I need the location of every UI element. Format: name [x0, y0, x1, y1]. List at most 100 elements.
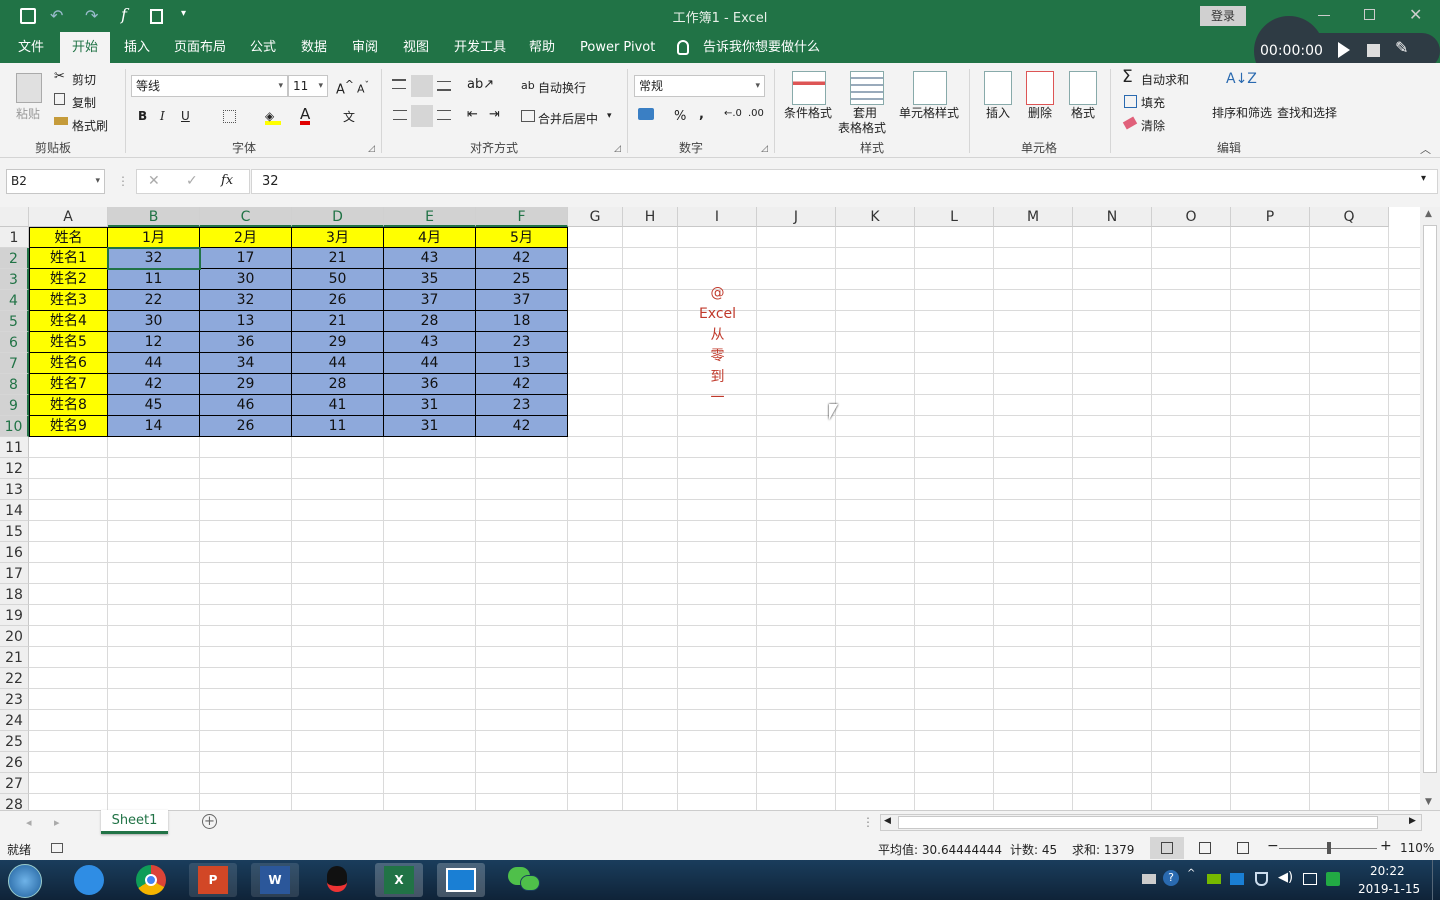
merge-center-button[interactable]: 合并后居中	[538, 110, 598, 127]
row-header-26[interactable]: 26	[0, 752, 29, 773]
row-header-21[interactable]: 21	[0, 647, 29, 668]
row-header-12[interactable]: 12	[0, 458, 29, 479]
align-left-icon[interactable]	[393, 110, 407, 120]
row-header-28[interactable]: 28	[0, 794, 29, 810]
column-header-o[interactable]: O	[1152, 207, 1231, 227]
row-header-22[interactable]: 22	[0, 668, 29, 689]
table-header-cell[interactable]: 3月	[292, 227, 384, 248]
name-box[interactable]: B2 ▾	[6, 169, 105, 194]
find-select-button[interactable]: 查找和选择	[1277, 104, 1337, 121]
select-all-corner[interactable]	[0, 207, 29, 227]
zoom-in-icon[interactable]: +	[1380, 838, 1392, 854]
accounting-format-icon[interactable]	[638, 108, 654, 120]
column-header-n[interactable]: N	[1073, 207, 1152, 227]
data-cell[interactable]: 37	[476, 290, 568, 311]
conditional-format-button[interactable]: 条件格式	[784, 104, 832, 121]
paste-button[interactable]: 粘贴	[16, 105, 40, 122]
table-header-cell[interactable]: 5月	[476, 227, 568, 248]
excel-icon[interactable]: X	[375, 863, 423, 897]
expand-formula-icon[interactable]: ▾	[1421, 173, 1426, 184]
data-cell[interactable]: 44	[384, 353, 476, 374]
data-cell[interactable]: 42	[476, 248, 568, 269]
column-header-m[interactable]: M	[994, 207, 1073, 227]
name-cell[interactable]: 姓名2	[29, 269, 108, 290]
column-header-i[interactable]: I	[678, 207, 757, 227]
number-dialog-launcher-icon[interactable]: ◿	[761, 144, 768, 154]
name-cell[interactable]: 姓名6	[29, 353, 108, 374]
tab-review[interactable]: 审阅	[350, 32, 380, 63]
page-layout-view-icon[interactable]	[1199, 842, 1211, 854]
data-cell[interactable]: 35	[384, 269, 476, 290]
row-header-7[interactable]: 7	[0, 353, 29, 374]
data-cell[interactable]: 21	[292, 248, 384, 269]
data-cell[interactable]: 31	[384, 395, 476, 416]
sheet-tab-sheet1[interactable]: Sheet1	[101, 810, 168, 834]
italic-button[interactable]: I	[160, 109, 165, 123]
tab-help[interactable]: 帮助	[527, 32, 557, 63]
fill-color-icon[interactable]: ◈	[265, 109, 281, 125]
row-header-2[interactable]: 2	[0, 248, 29, 269]
tab-developer[interactable]: 开发工具	[452, 32, 508, 63]
row-header-1[interactable]: 1	[0, 227, 29, 248]
start-button[interactable]	[8, 864, 42, 898]
tab-formulas[interactable]: 公式	[248, 32, 278, 63]
tab-insert[interactable]: 插入	[122, 32, 152, 63]
autosum-button[interactable]: 自动求和	[1141, 71, 1189, 88]
row-header-14[interactable]: 14	[0, 500, 29, 521]
data-cell[interactable]: 22	[108, 290, 200, 311]
vertical-scroll-thumb[interactable]	[1423, 225, 1437, 773]
comma-button[interactable]: ,	[699, 107, 704, 122]
data-cell[interactable]: 26	[292, 290, 384, 311]
data-cell[interactable]: 41	[292, 395, 384, 416]
data-cell[interactable]: 26	[200, 416, 292, 437]
data-cell[interactable]: 13	[476, 353, 568, 374]
alignment-dialog-launcher-icon[interactable]: ◿	[614, 144, 621, 154]
tab-file[interactable]: 文件	[16, 32, 46, 63]
copy-button[interactable]: 复制	[72, 94, 96, 111]
security-tray-icon[interactable]	[1255, 872, 1268, 886]
table-header-cell[interactable]: 姓名	[29, 227, 108, 248]
row-header-18[interactable]: 18	[0, 584, 29, 605]
column-header-j[interactable]: J	[757, 207, 836, 227]
pen-icon[interactable]: ✎	[1395, 38, 1408, 57]
row-header-27[interactable]: 27	[0, 773, 29, 794]
row-header-16[interactable]: 16	[0, 542, 29, 563]
align-right-icon[interactable]	[437, 110, 451, 120]
column-header-k[interactable]: K	[836, 207, 915, 227]
row-header-3[interactable]: 3	[0, 269, 29, 290]
horizontal-scroll-thumb[interactable]	[898, 816, 1378, 829]
data-cell[interactable]: 36	[384, 374, 476, 395]
enter-icon[interactable]: ✓	[186, 173, 198, 189]
tab-home[interactable]: 开始	[60, 32, 111, 63]
orientation-icon[interactable]: ab↗	[467, 77, 494, 92]
grow-font-button[interactable]: A^	[336, 78, 354, 97]
row-header-24[interactable]: 24	[0, 710, 29, 731]
name-cell[interactable]: 姓名3	[29, 290, 108, 311]
data-cell[interactable]: 28	[292, 374, 384, 395]
font-name-combo[interactable]: 等线 ▾	[131, 75, 288, 97]
play-icon[interactable]	[1338, 42, 1350, 58]
tab-view[interactable]: 视图	[401, 32, 431, 63]
data-cell[interactable]: 43	[384, 332, 476, 353]
font-color-icon[interactable]: A	[300, 107, 311, 125]
name-cell[interactable]: 姓名5	[29, 332, 108, 353]
sort-filter-button[interactable]: 排序和筛选	[1212, 104, 1272, 121]
page-break-view-icon[interactable]	[1237, 842, 1249, 854]
data-cell[interactable]: 11	[108, 269, 200, 290]
column-header-e[interactable]: E	[384, 207, 476, 227]
phonetic-icon[interactable]: 文	[343, 108, 355, 125]
cell-styles-button[interactable]: 单元格样式	[899, 104, 959, 121]
prev-sheet-icon[interactable]: ◂	[26, 816, 32, 829]
tell-me-search[interactable]: 告诉我你想要做什么	[701, 32, 822, 63]
next-sheet-icon[interactable]: ▸	[54, 816, 60, 829]
data-cell[interactable]: 11	[292, 416, 384, 437]
data-cell[interactable]: 36	[200, 332, 292, 353]
row-header-8[interactable]: 8	[0, 374, 29, 395]
column-header-c[interactable]: C	[200, 207, 292, 227]
row-header-19[interactable]: 19	[0, 605, 29, 626]
powerpoint-icon[interactable]: P	[189, 863, 237, 897]
network-tray-icon[interactable]	[1303, 873, 1317, 885]
data-cell[interactable]: 30	[108, 311, 200, 332]
zoom-slider-thumb[interactable]	[1327, 842, 1331, 854]
data-cell[interactable]: 42	[476, 374, 568, 395]
